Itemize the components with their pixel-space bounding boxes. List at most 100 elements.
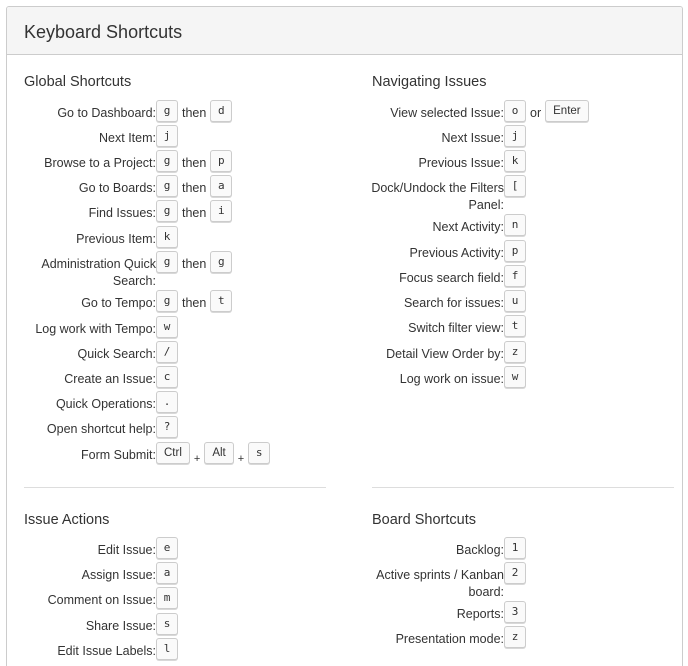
shortcut-label: Go to Tempo: <box>81 296 156 310</box>
shortcut-keys: g then a <box>156 175 233 197</box>
key-cap: c <box>156 366 178 388</box>
shortcut-label: Switch filter view: <box>408 321 504 335</box>
key-cap: g <box>156 251 178 273</box>
key-separator: then <box>182 106 207 120</box>
key-cap: z <box>504 626 526 648</box>
shortcut-keys: g then d <box>156 100 233 122</box>
key-separator: then <box>182 296 207 310</box>
key-cap: 1 <box>504 537 526 559</box>
dialog-header: Keyboard Shortcuts <box>7 7 682 55</box>
shortcut-label: Create an Issue: <box>64 372 156 386</box>
dialog-title: Keyboard Shortcuts <box>24 22 183 42</box>
shortcut-label: Go to Dashboard: <box>57 106 156 120</box>
key-cap: k <box>504 150 526 172</box>
key-cap: Enter <box>545 100 589 122</box>
key-cap: j <box>504 125 526 147</box>
shortcut-keys: p <box>504 240 526 262</box>
key-separator: then <box>182 206 207 220</box>
shortcut-keys: w <box>504 366 526 388</box>
key-cap: m <box>156 587 178 609</box>
shortcut-label: Backlog: <box>456 543 504 557</box>
key-separator: then <box>182 181 207 195</box>
shortcut-label: Presentation mode: <box>395 632 504 646</box>
shortcut-keys: . <box>156 391 178 413</box>
shortcut-keys: [ <box>504 175 526 197</box>
shortcut-keys: e <box>156 537 178 559</box>
shortcut-label: Search for issues: <box>403 296 504 310</box>
shortcut-label: Previous Activity: <box>409 246 504 260</box>
shortcut-keys: g then g <box>156 251 233 273</box>
shortcut-label: Log work with Tempo: <box>35 322 156 336</box>
keyboard-shortcuts-dialog: Keyboard Shortcuts Global Shortcuts Go t… <box>6 6 683 666</box>
shortcut-label: Next Activity: <box>432 220 504 234</box>
shortcut-keys: g then p <box>156 150 233 172</box>
shortcut-keys: z <box>504 626 526 648</box>
key-separator: then <box>182 257 207 271</box>
shortcut-keys: w <box>156 316 178 338</box>
key-cap: 2 <box>504 562 526 584</box>
shortcut-label: Focus search field: <box>399 271 504 285</box>
key-cap: e <box>156 537 178 559</box>
key-cap: d <box>210 100 233 122</box>
shortcut-label: Next Item: <box>99 131 156 145</box>
key-cap: o <box>504 100 526 122</box>
shortcut-keys: j <box>504 125 526 147</box>
key-cap: g <box>156 100 178 122</box>
key-cap: u <box>504 290 526 312</box>
section-title: Issue Actions <box>24 512 110 528</box>
shortcut-label: Log work on issue: <box>399 372 504 386</box>
key-cap: t <box>504 315 526 337</box>
key-cap: [ <box>504 175 526 197</box>
shortcut-label: Previous Item: <box>76 232 156 246</box>
key-cap: g <box>156 150 178 172</box>
key-cap: Alt <box>204 442 234 464</box>
key-cap: n <box>504 214 526 236</box>
shortcut-keys: / <box>156 341 178 363</box>
key-cap: p <box>210 150 233 172</box>
shortcut-keys: f <box>504 265 526 287</box>
key-cap: t <box>210 290 233 312</box>
key-separator: + <box>237 453 245 465</box>
shortcut-label: Active sprints / Kanban board: <box>376 568 504 599</box>
shortcut-keys: l <box>156 638 178 660</box>
key-cap: s <box>248 442 271 464</box>
key-cap: i <box>210 200 233 222</box>
key-cap: f <box>504 265 526 287</box>
key-cap: a <box>156 562 178 584</box>
key-cap: g <box>210 251 233 273</box>
key-cap: w <box>504 366 526 388</box>
key-cap: g <box>156 200 178 222</box>
shortcut-label: Assign Issue: <box>81 568 156 582</box>
shortcut-keys: u <box>504 290 526 312</box>
key-cap: a <box>210 175 233 197</box>
key-cap: z <box>504 341 526 363</box>
shortcut-keys: o or Enter <box>504 100 589 122</box>
shortcut-label: Detail View Order by: <box>386 347 504 361</box>
shortcut-label: View selected Issue: <box>390 106 504 120</box>
section-title: Global Shortcuts <box>24 74 132 90</box>
shortcut-keys: n <box>504 214 526 236</box>
section-divider <box>372 487 674 488</box>
shortcut-label: Quick Operations: <box>55 397 156 411</box>
shortcut-label: Edit Issue Labels: <box>57 644 156 658</box>
key-cap: w <box>156 316 178 338</box>
shortcut-label: Reports: <box>456 607 504 621</box>
shortcut-label: Go to Boards: <box>78 181 156 195</box>
shortcut-keys: s <box>156 613 178 635</box>
section-divider <box>24 487 326 488</box>
shortcut-label: Find Issues: <box>88 206 156 220</box>
key-cap: s <box>156 613 178 635</box>
shortcut-keys: k <box>504 150 526 172</box>
key-cap: l <box>156 638 178 660</box>
key-cap: 3 <box>504 601 526 623</box>
section-title: Navigating Issues <box>372 74 487 90</box>
shortcut-label: Share Issue: <box>85 619 156 633</box>
key-separator: then <box>182 156 207 170</box>
shortcut-label: Next Issue: <box>441 131 504 145</box>
key-cap: . <box>156 391 178 413</box>
shortcut-keys: g then t <box>156 290 233 312</box>
shortcut-keys: k <box>156 226 178 248</box>
key-separator: + <box>193 453 201 465</box>
shortcut-label: Dock/Undock the Filters Panel: <box>371 181 504 212</box>
shortcut-keys: 3 <box>504 601 526 623</box>
